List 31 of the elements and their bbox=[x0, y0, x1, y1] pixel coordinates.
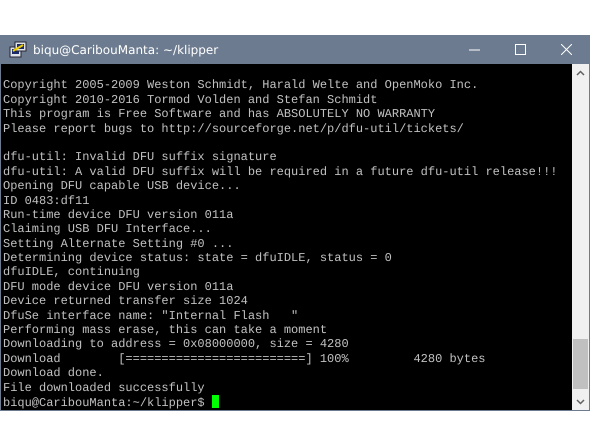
terminal-output-line: Run-time device DFU version 011a bbox=[3, 208, 234, 222]
terminal-output-line: Setting Alternate Setting #0 ... bbox=[3, 236, 234, 252]
terminal-output-line: DFU mode device DFU version 011a bbox=[3, 280, 234, 294]
terminal-output-line: Copyright 2010-2016 Tormod Volden and Stefan Schmidt bbox=[3, 92, 378, 108]
terminal-output-line: Performing mass erase, this can take a moment bbox=[3, 323, 328, 338]
terminal-output-line: Copyright 2005-2009 Weston Schmidt, Harald Welte and OpenMoko Inc. bbox=[3, 78, 478, 93]
terminal-output-line: Please report bugs to http://sourceforge.net/p/dfu-util/tickets/ bbox=[3, 122, 464, 136]
terminal-output-line: Determining device status: state = dfuIDLE, status = 0 bbox=[3, 251, 392, 266]
text-cursor bbox=[212, 394, 219, 408]
chevron-down-icon bbox=[576, 398, 585, 404]
maximize-icon bbox=[514, 44, 526, 55]
window-title: biqu@CaribouManta: ~/klipper bbox=[33, 42, 220, 56]
terminal-output-line: Download done. bbox=[3, 366, 104, 381]
terminal-output-line: dfu-util: Invalid DFU suffix signature bbox=[3, 150, 277, 165]
terminal-output-line: dfuIDLE, continuing bbox=[3, 265, 140, 280]
vertical-scrollbar[interactable] bbox=[572, 64, 589, 410]
terminal-output-line: Opening DFU capable USB device... bbox=[3, 179, 241, 194]
terminal-output-line: This program is Free Software and has ABSOLUTELY NO WARRANTY bbox=[3, 107, 436, 122]
terminal-output-line: dfu-util: A valid DFU suffix will be required in a future dfu-util release!!! bbox=[3, 164, 558, 180]
chevron-up-icon bbox=[576, 70, 585, 76]
terminal-output-line: Downloading to address = 0x08000000, size = 4280 bbox=[3, 337, 349, 352]
scrollbar-thumb[interactable] bbox=[573, 339, 588, 389]
terminal-output-line: ID 0483:df11 bbox=[3, 194, 90, 208]
terminal-output-line: Device returned transfer size 1024 bbox=[3, 294, 248, 309]
terminal-output-line: Claiming USB DFU Interface... bbox=[3, 222, 212, 237]
terminal-computer-icon bbox=[9, 40, 27, 58]
terminal-output-line: Download [=========================] 100% 4280 bytes bbox=[3, 352, 486, 366]
terminal-output-line: DfuSe interface name: "Internal Flash " bbox=[3, 308, 298, 324]
terminal-output-line: File downloaded successfully bbox=[3, 380, 205, 395]
shell-prompt: biqu@CaribouManta:~/klipper$ bbox=[3, 396, 205, 410]
close-icon bbox=[560, 44, 572, 55]
